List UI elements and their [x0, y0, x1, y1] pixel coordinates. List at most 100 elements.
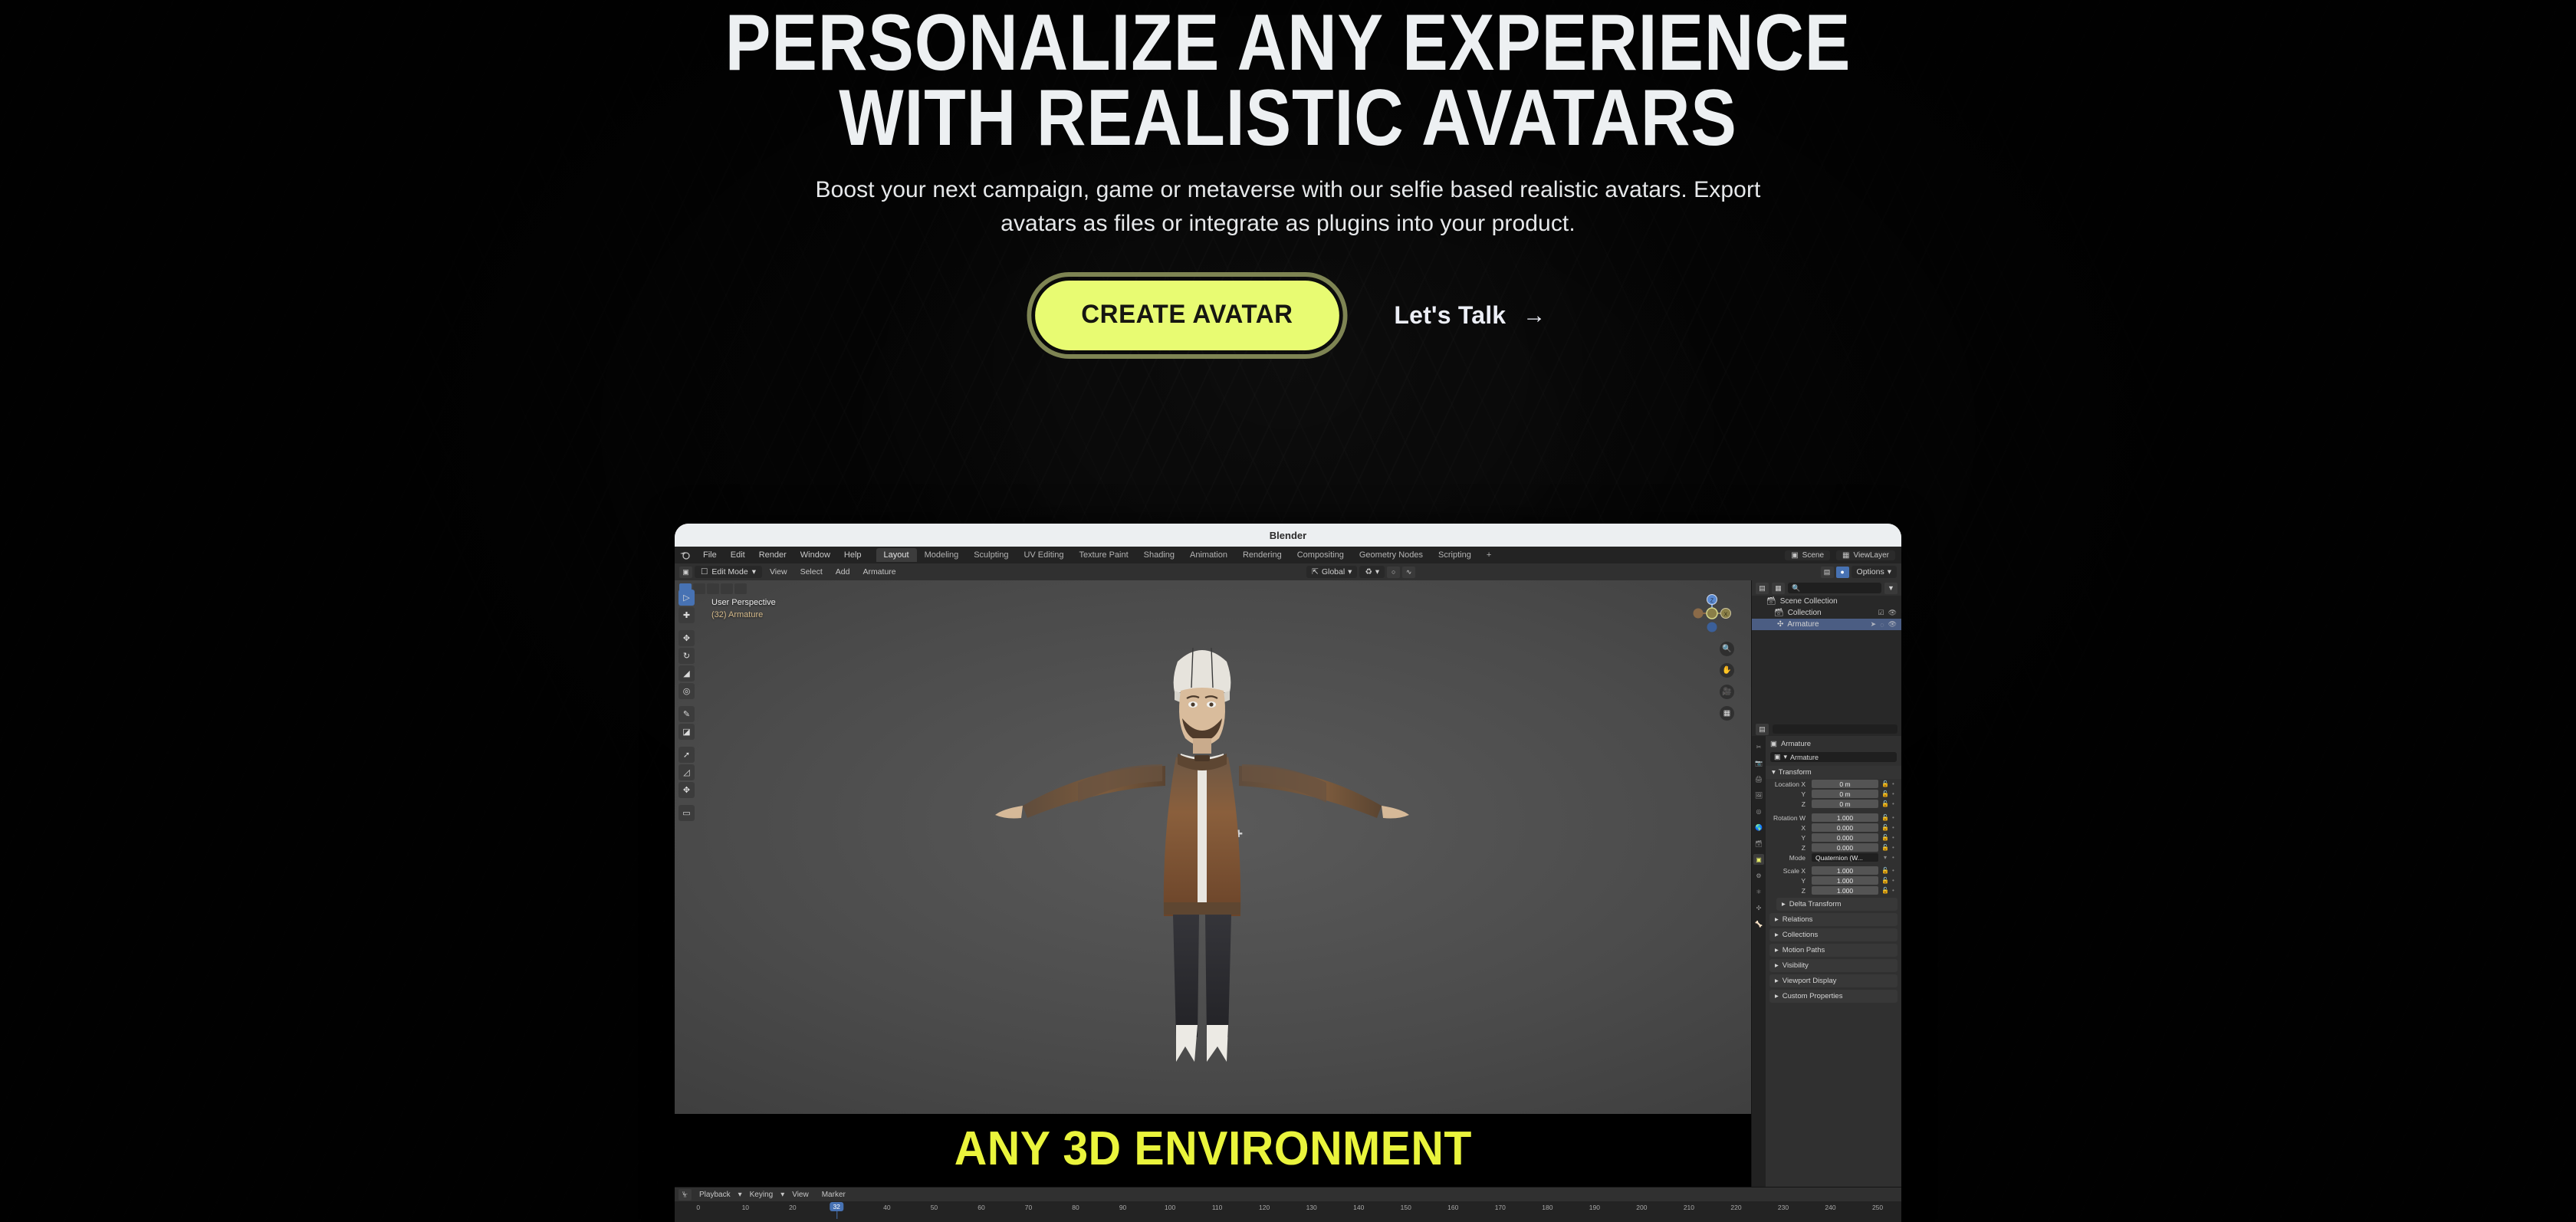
- edge-select-icon[interactable]: [693, 583, 705, 594]
- field-value[interactable]: 1.000: [1812, 876, 1878, 885]
- lock-icon[interactable]: 🔓: [1881, 814, 1889, 821]
- bone-data-icon[interactable]: ◌: [1880, 621, 1884, 629]
- modifier-icon[interactable]: ⚙: [1753, 870, 1764, 881]
- view-layer-selector[interactable]: ▦ ViewLayer: [1836, 550, 1895, 560]
- eye-icon[interactable]: 👁: [1888, 620, 1897, 629]
- animate-dot-icon[interactable]: •: [1892, 800, 1897, 807]
- timeline-editor-type-icon[interactable]: ⏧: [678, 1188, 692, 1201]
- lock-icon[interactable]: 🔓: [1881, 844, 1889, 851]
- outliner-display-mode-icon[interactable]: ▤: [1756, 582, 1769, 594]
- lock-icon[interactable]: 🔓: [1881, 834, 1889, 841]
- animate-dot-icon[interactable]: •: [1892, 824, 1897, 831]
- menu-window[interactable]: Window: [794, 549, 837, 561]
- animate-dot-icon[interactable]: •: [1892, 877, 1897, 884]
- properties-editor-type-icon[interactable]: ▤: [1756, 723, 1769, 735]
- viewport-menu-view[interactable]: View: [764, 566, 793, 578]
- properties-search-input[interactable]: [1773, 724, 1898, 734]
- lock-icon[interactable]: 🔓: [1881, 790, 1889, 797]
- field-value[interactable]: 0 m: [1812, 800, 1878, 808]
- workspace-tab-texture-paint[interactable]: Texture Paint: [1071, 548, 1135, 562]
- xray-toggle-icon[interactable]: ▤: [1820, 566, 1834, 578]
- measure-icon[interactable]: ◪: [678, 724, 695, 740]
- proportional-edit-icon[interactable]: ○: [1387, 566, 1401, 578]
- outliner-search-input[interactable]: 🔍: [1788, 583, 1881, 593]
- lock-icon[interactable]: 🔓: [1881, 887, 1889, 894]
- menu-help[interactable]: Help: [837, 549, 869, 561]
- tool-icon[interactable]: ✂: [1753, 741, 1764, 752]
- animate-dot-icon[interactable]: •: [1892, 887, 1897, 894]
- pose-icon[interactable]: ➤: [1871, 620, 1877, 629]
- rotation-mode-dropdown[interactable]: Quaternion (W...: [1812, 853, 1878, 862]
- workspace-tab-geometry-nodes[interactable]: Geometry Nodes: [1352, 548, 1431, 562]
- workspace-tab-compositing[interactable]: Compositing: [1290, 548, 1352, 562]
- animate-dot-icon[interactable]: •: [1892, 790, 1897, 797]
- move-icon[interactable]: ✥: [678, 630, 695, 646]
- transform-orientation-dropdown[interactable]: ⇱ Global ▾: [1306, 566, 1358, 578]
- object-name-field[interactable]: ▣ ▾ Armature: [1770, 752, 1897, 762]
- mode-dropdown[interactable]: ☐ Edit Mode ▾: [695, 566, 762, 578]
- eye-icon[interactable]: 👁: [1888, 609, 1897, 617]
- bone-roll-icon[interactable]: ✥: [678, 782, 695, 798]
- animate-dot-icon[interactable]: •: [1892, 867, 1897, 874]
- field-rotation-mode[interactable]: Mode Quaternion (W... ▾ •: [1766, 852, 1901, 862]
- animate-dot-icon[interactable]: •: [1892, 834, 1897, 841]
- data-bone-icon[interactable]: 🦴: [1753, 918, 1764, 929]
- field-value[interactable]: 1.000: [1812, 886, 1878, 895]
- field-value[interactable]: 1.000: [1812, 813, 1878, 822]
- camera-view-icon[interactable]: 🎥: [1720, 685, 1734, 699]
- field-value[interactable]: 0 m: [1812, 790, 1878, 798]
- field-value[interactable]: 1.000: [1812, 866, 1878, 875]
- bone-envelope-icon[interactable]: ▭: [678, 805, 695, 821]
- field-location-y[interactable]: Y 0 m 🔓 •: [1766, 789, 1901, 799]
- tip-select-icon[interactable]: [734, 583, 747, 594]
- lock-icon[interactable]: 🔓: [1881, 867, 1889, 874]
- proportional-falloff-icon[interactable]: ∿: [1402, 566, 1416, 578]
- outliner-filter-icon[interactable]: ▼: [1884, 582, 1898, 594]
- panel-relations[interactable]: ▸ Relations: [1769, 913, 1898, 926]
- outliner-row-armature[interactable]: ✣ Armature ➤ ◌ 👁: [1752, 619, 1901, 630]
- lock-icon[interactable]: 🔓: [1881, 780, 1889, 787]
- outliner-row-collection[interactable]: 🗃 Collection ☑ 👁: [1752, 607, 1901, 619]
- create-avatar-button[interactable]: CREATE AVATAR: [1026, 272, 1347, 360]
- navigation-gizmo[interactable]: Z X: [1690, 591, 1734, 636]
- animate-dot-icon[interactable]: •: [1892, 814, 1897, 821]
- workspace-tab-animation[interactable]: Animation: [1182, 548, 1235, 562]
- workspace-tab-add[interactable]: +: [1479, 548, 1499, 562]
- select-box-icon[interactable]: ▷: [678, 590, 695, 606]
- pan-hand-icon[interactable]: ✋: [1720, 663, 1734, 678]
- extrude-bone-icon[interactable]: ➚: [678, 747, 695, 763]
- field-scale-x[interactable]: Scale X 1.000 🔓 •: [1766, 866, 1901, 875]
- object-icon[interactable]: ▣: [1753, 854, 1764, 865]
- bone-select-icon[interactable]: [721, 583, 733, 594]
- constraint-icon[interactable]: ✣: [1753, 902, 1764, 913]
- physics-icon[interactable]: ⚛: [1753, 886, 1764, 897]
- panel-delta-transform[interactable]: ▸ Delta Transform: [1776, 898, 1898, 911]
- face-select-icon[interactable]: [707, 583, 719, 594]
- view-layer-icon[interactable]: 🖼: [1753, 790, 1764, 800]
- cursor-icon[interactable]: ✚: [678, 607, 695, 623]
- scene-selector[interactable]: ▣ Scene: [1785, 550, 1831, 560]
- render-icon[interactable]: 📷: [1753, 757, 1764, 768]
- lets-talk-link[interactable]: Let's Talk →: [1394, 301, 1546, 330]
- menu-file[interactable]: File: [696, 549, 724, 561]
- workspace-tab-sculpting[interactable]: Sculpting: [966, 548, 1016, 562]
- viewport-menu-armature[interactable]: Armature: [857, 566, 901, 578]
- field-rotation-w[interactable]: Rotation W 1.000 🔓 •: [1766, 813, 1901, 823]
- workspace-tab-rendering[interactable]: Rendering: [1235, 548, 1290, 562]
- output-icon[interactable]: 🖨: [1753, 774, 1764, 784]
- snap-dropdown[interactable]: ♻ ▾: [1359, 566, 1385, 578]
- workspace-tab-scripting[interactable]: Scripting: [1431, 548, 1479, 562]
- viewport-menu-add[interactable]: Add: [830, 566, 856, 578]
- field-location-z[interactable]: Z 0 m 🔓 •: [1766, 799, 1901, 809]
- animate-dot-icon[interactable]: •: [1892, 844, 1897, 851]
- viewport-menu-select[interactable]: Select: [795, 566, 828, 578]
- field-value[interactable]: 0.000: [1812, 823, 1878, 832]
- 3d-viewport[interactable]: User Perspective (32) Armature ▷ ✚ ✥ ↻ ◢…: [675, 580, 1751, 1187]
- menu-render[interactable]: Render: [752, 549, 794, 561]
- scene-icon[interactable]: ◎: [1753, 806, 1764, 816]
- workspace-tab-uv-editing[interactable]: UV Editing: [1016, 548, 1071, 562]
- bone-size-icon[interactable]: ◿: [678, 764, 695, 780]
- shading-solid-icon[interactable]: ●: [1835, 566, 1849, 578]
- field-value[interactable]: 0 m: [1812, 780, 1878, 788]
- collection-icon[interactable]: 🗃: [1753, 838, 1764, 849]
